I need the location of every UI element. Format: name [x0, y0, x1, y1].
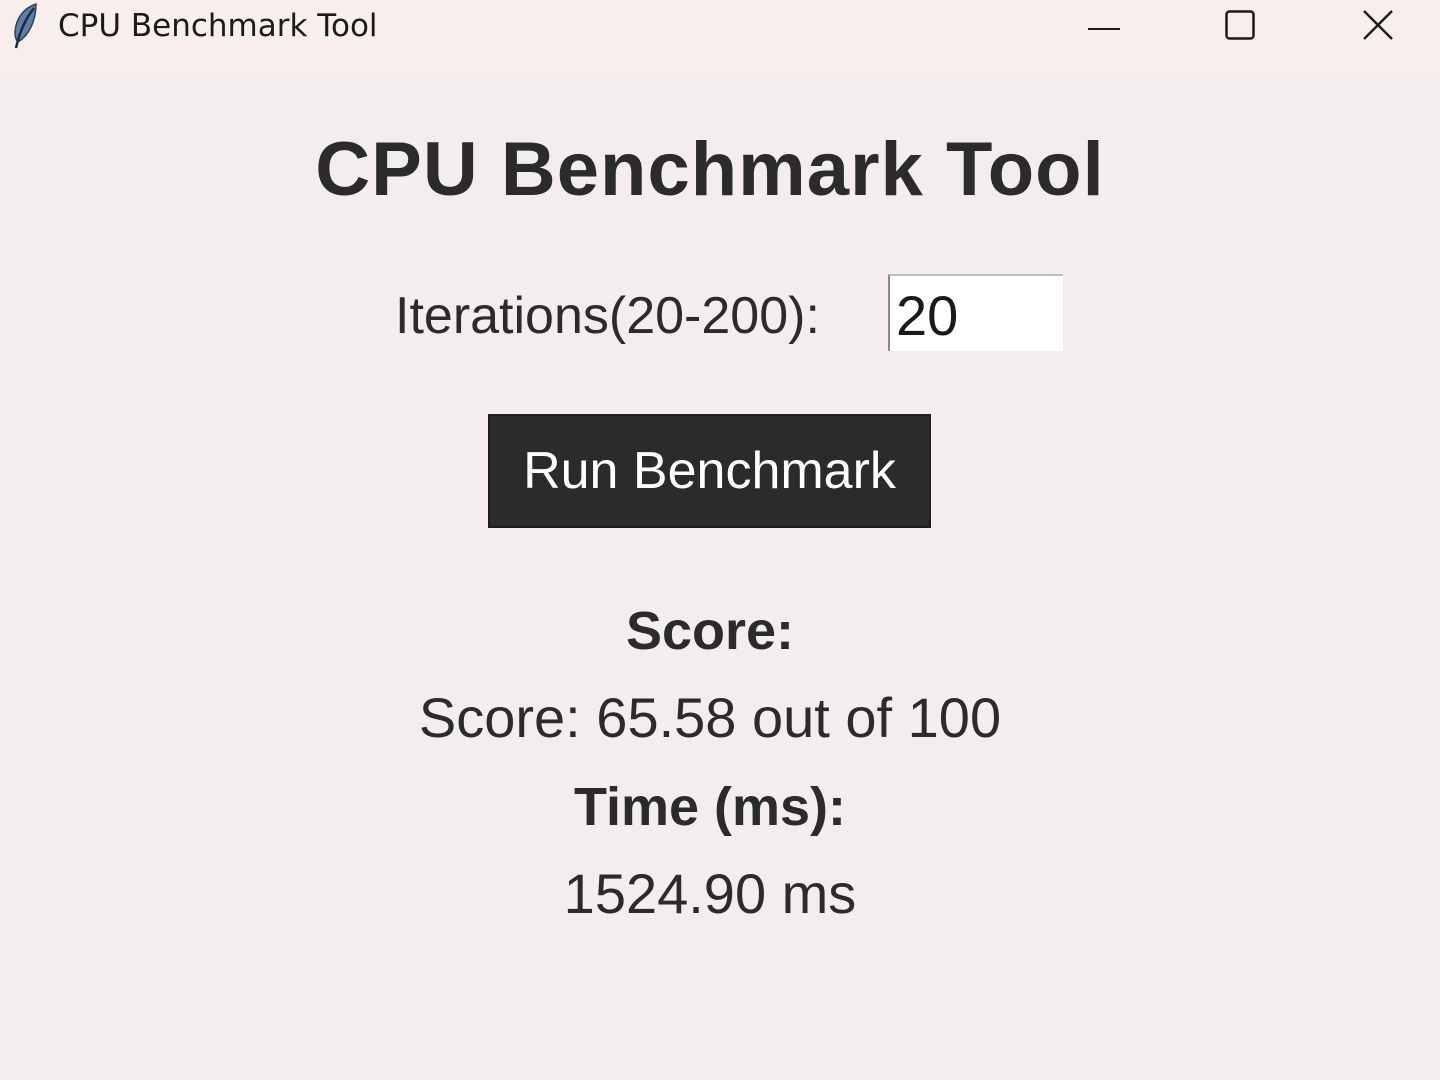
iterations-label: Iterations(20-200): [395, 287, 820, 345]
page-title: CPU Benchmark Tool [315, 127, 1105, 212]
minimize-icon [1088, 18, 1120, 36]
iterations-input[interactable] [888, 274, 1063, 351]
close-button[interactable] [1308, 0, 1440, 54]
score-heading: Score: [625, 601, 795, 661]
time-heading: Time (ms): [573, 777, 847, 837]
window-titlebar: CPU Benchmark Tool [0, 0, 1440, 72]
minimize-button[interactable] [1034, 0, 1174, 54]
maximize-button[interactable] [1170, 0, 1310, 54]
time-value: 1524.90 ms [563, 862, 857, 925]
feather-icon [6, 2, 42, 50]
close-icon [1362, 9, 1394, 46]
maximize-icon [1225, 9, 1255, 45]
run-benchmark-button[interactable]: Run Benchmark [488, 414, 931, 528]
window-title: CPU Benchmark Tool [58, 8, 378, 44]
score-value: Score: 65.58 out of 100 [418, 686, 1002, 749]
